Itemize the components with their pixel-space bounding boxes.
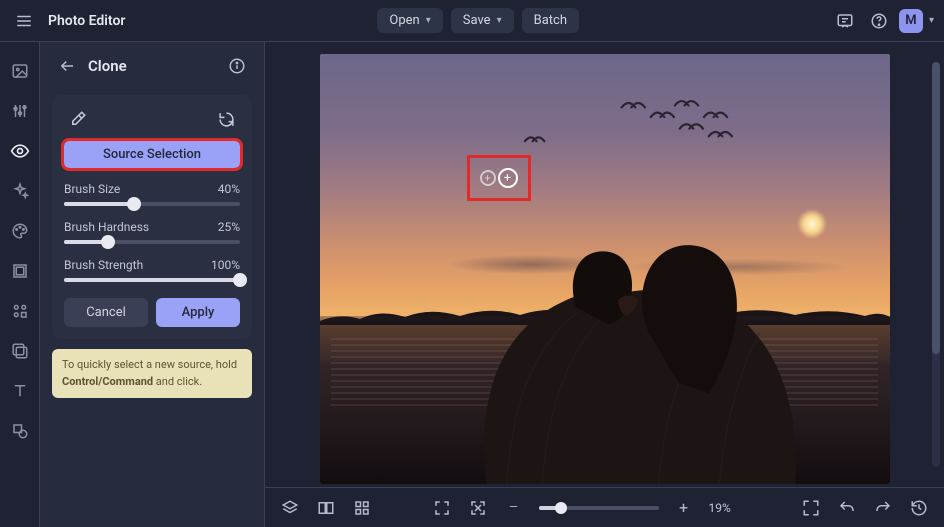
tool-side-panel: Clone Source Selection Brush Size 40% Br… [40, 42, 265, 527]
zoom-out-icon[interactable]: − [503, 497, 525, 519]
image-tool-icon[interactable] [9, 60, 31, 82]
app-title: Photo Editor [48, 13, 125, 29]
slider-label: Brush Size [64, 182, 120, 196]
frame-tool-icon[interactable] [9, 260, 31, 282]
slider-label: Brush Hardness [64, 220, 149, 234]
slider-value: 100% [211, 258, 240, 272]
feedback-icon[interactable] [831, 7, 859, 35]
slider-value: 25% [218, 220, 240, 234]
brush-size-slider[interactable]: Brush Size 40% [64, 182, 240, 206]
undo-icon[interactable] [836, 497, 858, 519]
fit-screen-icon[interactable] [431, 497, 453, 519]
compare-icon[interactable] [315, 497, 337, 519]
cancel-button[interactable]: Cancel [64, 298, 148, 327]
clone-settings-card: Source Selection Brush Size 40% Brush Ha… [52, 95, 252, 339]
brush-strength-slider[interactable]: Brush Strength 100% [64, 258, 240, 282]
text-tool-icon[interactable] [9, 380, 31, 402]
adjust-sliders-icon[interactable] [9, 100, 31, 122]
save-label: Save [463, 13, 491, 28]
fullscreen-icon[interactable] [800, 497, 822, 519]
chevron-down-icon: ▾ [497, 15, 502, 26]
canvas-area: + + − + 19% [265, 42, 944, 527]
sparkle-tool-icon[interactable] [9, 180, 31, 202]
save-button[interactable]: Save ▾ [451, 8, 514, 33]
grid-icon[interactable] [351, 497, 373, 519]
shapes-tool-icon[interactable] [9, 420, 31, 442]
batch-button[interactable]: Batch [522, 8, 579, 33]
hamburger-menu-icon[interactable] [10, 7, 38, 35]
top-bar: Photo Editor Open ▾ Save ▾ Batch M ▾ [0, 0, 944, 42]
open-button[interactable]: Open ▾ [377, 8, 442, 33]
panel-title: Clone [88, 57, 127, 75]
source-selection-button[interactable]: Source Selection [64, 141, 240, 168]
vertical-scrollbar[interactable] [932, 62, 940, 467]
chevron-down-icon[interactable]: ▾ [929, 15, 934, 26]
reset-icon[interactable] [212, 107, 240, 131]
history-icon[interactable] [908, 497, 930, 519]
birds-icon [502, 88, 741, 165]
tip-text-bold: Control/Command [62, 375, 153, 388]
slider-value: 40% [218, 182, 240, 196]
clone-source-marker[interactable]: + + [470, 158, 528, 198]
canvas[interactable]: + + [265, 42, 944, 487]
batch-label: Batch [534, 13, 567, 28]
layers-icon[interactable] [279, 497, 301, 519]
help-icon[interactable] [865, 7, 893, 35]
info-icon[interactable] [226, 55, 248, 77]
zoom-slider[interactable] [539, 506, 659, 510]
apply-button[interactable]: Apply [156, 298, 240, 327]
palette-tool-icon[interactable] [9, 220, 31, 242]
brush-hardness-slider[interactable]: Brush Hardness 25% [64, 220, 240, 244]
left-tool-rail [0, 42, 40, 527]
elements-tool-icon[interactable] [9, 300, 31, 322]
photo[interactable]: + + [320, 54, 890, 484]
back-arrow-icon[interactable] [56, 55, 78, 77]
eraser-icon[interactable] [64, 107, 92, 131]
eye-tool-icon[interactable] [9, 140, 31, 162]
tip-box: To quickly select a new source, hold Con… [52, 349, 252, 398]
bottom-toolbar: − + 19% [265, 487, 944, 527]
tip-text-post: and click. [153, 375, 202, 388]
chevron-down-icon: ▾ [426, 15, 431, 26]
overlay-tool-icon[interactable] [9, 340, 31, 362]
actual-size-icon[interactable] [467, 497, 489, 519]
redo-icon[interactable] [872, 497, 894, 519]
zoom-value: 19% [709, 501, 743, 515]
user-avatar[interactable]: M [899, 9, 923, 33]
zoom-in-icon[interactable]: + [673, 497, 695, 519]
open-label: Open [389, 13, 419, 28]
tip-text-pre: To quickly select a new source, hold [62, 358, 237, 371]
slider-label: Brush Strength [64, 258, 143, 272]
